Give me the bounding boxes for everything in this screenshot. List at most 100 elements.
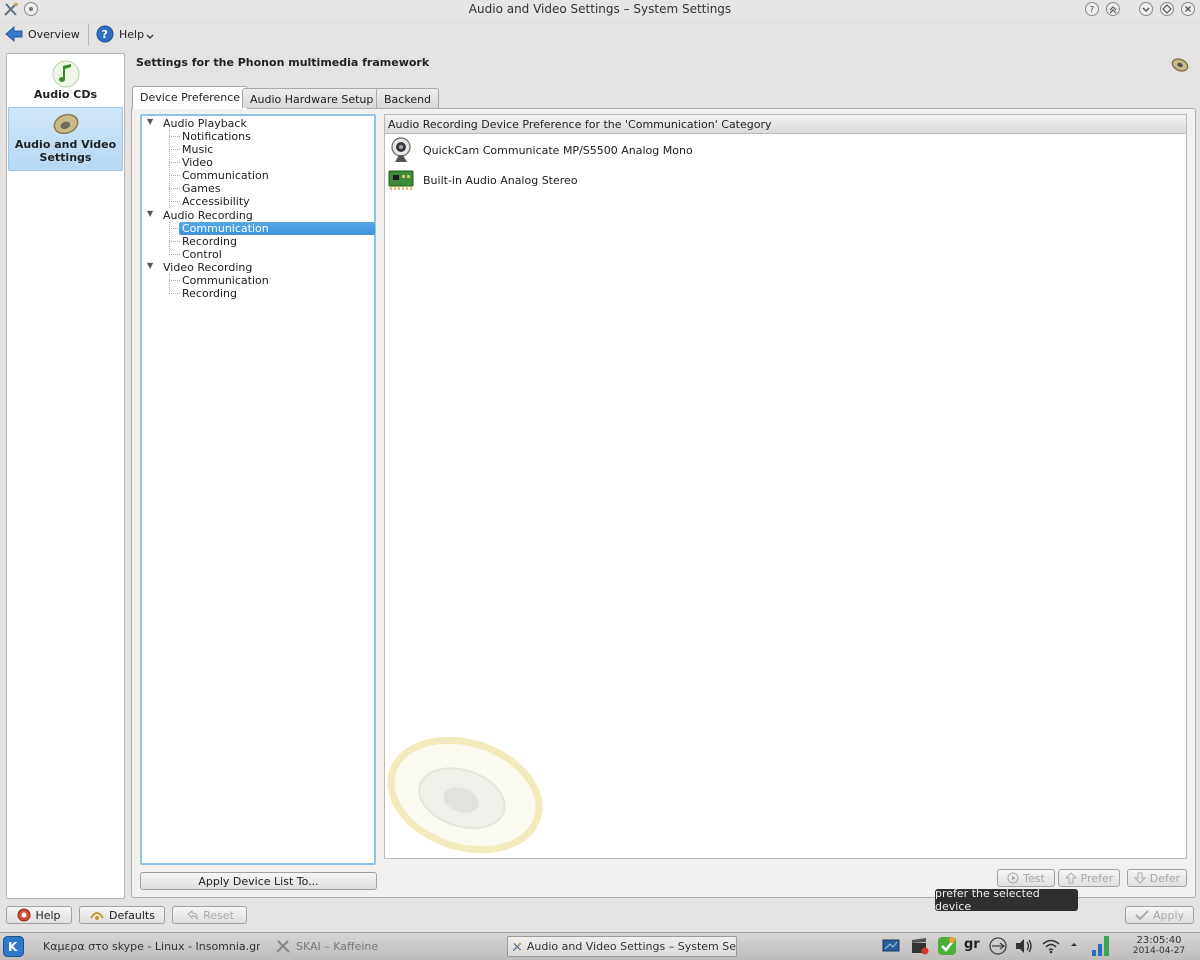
prefer-label: Prefer [1080,871,1114,885]
tree-guide [169,130,170,208]
tree-item-communication[interactable]: Communication [182,169,269,182]
task-browser[interactable]: Καμερα στο skype - Linux - Insomnia.gr [38,936,260,957]
keyboard-layout-indicator[interactable]: gr [964,937,980,952]
test-label: Test [1023,871,1045,885]
help-icon: ? [96,25,114,43]
defaults-label: Defaults [109,908,155,922]
show-hidden-icons-icon[interactable] [1069,940,1079,950]
keep-above-icon[interactable] [1106,2,1120,16]
defer-button[interactable]: Defer [1127,869,1187,887]
list-item-quickcam[interactable]: QuickCam Communicate MP/S5500 Analog Mon… [387,136,693,164]
display-icon[interactable] [882,938,900,954]
collapse-arrow-icon[interactable]: ▼ [147,261,153,270]
kde-menu-icon[interactable]: K [3,936,24,957]
svg-text:?: ? [1090,6,1095,15]
device-name: QuickCam Communicate MP/S5500 Analog Mon… [423,143,693,157]
context-help-icon[interactable]: ? [1085,2,1099,16]
apply-label: Apply [1152,908,1185,922]
task-label: Audio and Video Settings – System Se [526,940,736,953]
tree-guide [169,222,170,255]
svg-text:?: ? [102,28,108,41]
usb-device-icon[interactable] [988,937,1008,955]
tree-item-video-recording[interactable]: Video Recording [163,261,252,274]
tree-item-recording[interactable]: Recording [182,235,237,248]
down-arrow-icon [1133,872,1146,884]
video-clapper-icon[interactable] [910,937,930,955]
tree-guide [169,241,180,242]
tab-audio-hardware-setup[interactable]: Audio Hardware Setup [242,88,382,108]
tree-guide [169,149,180,150]
tree-item-games[interactable]: Games [182,182,220,195]
device-list[interactable]: Audio Recording Device Preference for th… [384,114,1187,859]
maximize-icon[interactable] [1160,2,1174,16]
list-item-built-in-audio[interactable]: Built-in Audio Analog Stereo [387,166,578,194]
speaker-icon [53,113,78,135]
tree-item-video[interactable]: Video [182,156,213,169]
tree-guide [169,175,180,176]
collapse-arrow-icon[interactable]: ▼ [147,117,153,126]
tree-item-audio-recording[interactable]: Audio Recording [163,209,253,222]
tree-item-music[interactable]: Music [182,143,213,156]
battery-meter-icon[interactable] [1090,934,1112,958]
reset-button[interactable]: Reset [172,906,247,924]
webcam-icon [391,137,411,162]
tree-guide [169,280,180,281]
sidebar-item-label: Audio and Video Settings [14,138,117,164]
tree-item-recording[interactable]: Recording [182,287,237,300]
test-button[interactable]: Test [997,869,1055,887]
tab-backend[interactable]: Backend [376,88,440,108]
volume-icon[interactable] [1014,938,1034,954]
help-label: Help [35,908,61,922]
reset-label: Reset [203,908,234,922]
tree-guide [169,254,180,255]
wifi-icon[interactable] [1042,938,1060,954]
defaults-button[interactable]: Defaults [79,906,165,924]
tree-item-communication-selected[interactable]: Communication [179,222,375,235]
window-title: Audio and Video Settings – System Settin… [468,2,732,16]
tree-guide [169,162,180,163]
kaffeine-icon [276,939,290,953]
music-note-icon [52,60,79,88]
speaker-watermark-icon [387,737,552,859]
tree-guide [169,293,180,294]
category-tree[interactable]: ▼ Audio Playback Notifications Music Vid… [140,114,376,865]
clock[interactable]: 23:05:40 2014-04-27 [1128,935,1190,956]
apply-button[interactable]: Apply [1125,906,1194,924]
defer-label: Defer [1149,871,1181,885]
svg-text:K: K [8,940,18,954]
prefer-button[interactable]: Prefer [1058,869,1120,887]
tree-item-audio-playback[interactable]: Audio Playback [163,117,247,130]
collapse-arrow-icon[interactable]: ▼ [147,209,153,218]
tree-guide [169,188,180,189]
sidebar-item-audio-video-settings[interactable]: Audio and Video Settings [8,107,123,171]
close-icon[interactable] [1181,2,1195,16]
task-system-settings[interactable]: Audio and Video Settings – System Se [507,936,737,957]
overview-label: Overview [28,27,80,41]
tree-item-accessibility[interactable]: Accessibility [182,195,250,208]
help-dropdown-chevron-icon[interactable] [146,34,154,40]
tree-item-control[interactable]: Control [182,248,222,261]
help-menu-button[interactable]: ? Help [96,23,144,45]
sidebar-item-label: Audio CDs [33,88,98,101]
tree-item-communication[interactable]: Communication [182,274,269,287]
task-label: SKAI – Kaffeine [296,940,379,953]
task-label: Καμερα στο skype - Linux - Insomnia.gr [43,940,260,953]
clock-date: 2014-04-27 [1132,946,1186,956]
speaker-icon [1170,57,1190,73]
sidebar-item-audio-cds[interactable]: Audio CDs [8,56,123,106]
tree-guide [169,136,180,137]
tree-item-notifications[interactable]: Notifications [182,130,251,143]
defaults-icon [90,912,104,920]
updates-check-icon[interactable] [937,936,957,956]
minimize-icon[interactable] [1139,2,1153,16]
apply-device-list-button[interactable]: Apply Device List To... [140,872,377,890]
task-kaffeine[interactable]: SKAI – Kaffeine [275,936,425,957]
clock-time: 23:05:40 [1136,935,1182,946]
system-settings-icon [512,942,522,951]
overview-button[interactable]: Overview [5,23,80,45]
tab-device-preference[interactable]: Device Preference [132,86,249,109]
toolbar-separator [88,24,89,46]
help-button[interactable]: Help [6,906,72,924]
tree-guide [169,274,170,294]
toolbar [0,20,1200,48]
